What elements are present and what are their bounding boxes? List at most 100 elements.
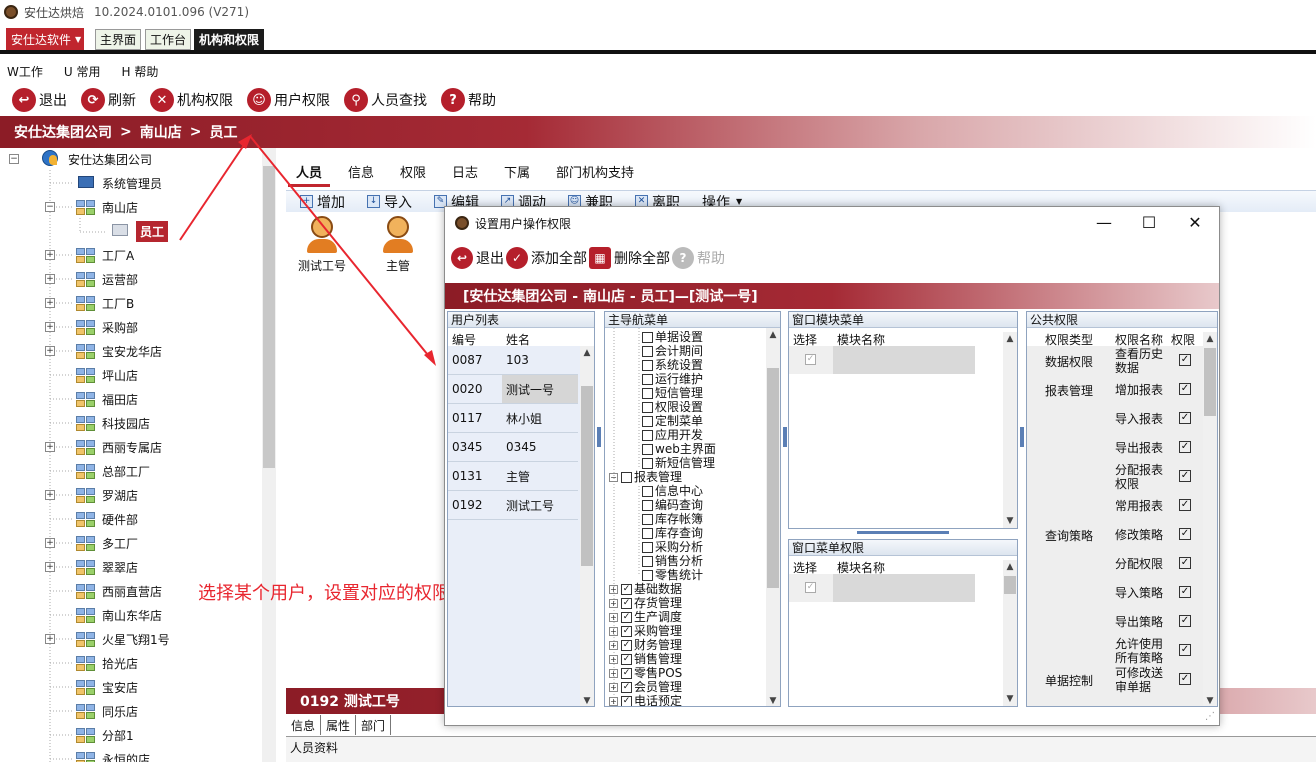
table-row[interactable]: 0087 103 xyxy=(448,346,578,375)
menu-checkbox[interactable]: ✓ xyxy=(621,611,632,623)
menu-checkbox[interactable] xyxy=(642,499,653,511)
person-search-button[interactable]: ⚲ 人员查找 xyxy=(344,88,427,112)
splitter-handle[interactable] xyxy=(783,427,787,447)
splitter-handle[interactable] xyxy=(857,531,949,534)
menu-checkbox[interactable] xyxy=(642,387,653,399)
user-list-scrollbar[interactable]: ▲ ▼ xyxy=(580,346,594,706)
tree-item-staff[interactable]: 员工 xyxy=(108,220,169,242)
nav-menu-item[interactable]: 会计期间 xyxy=(642,344,703,358)
perm-checkbox[interactable]: ✓ xyxy=(1179,615,1191,627)
nav-menu-item[interactable]: + ✓ 生产调度 xyxy=(609,610,682,624)
menu-checkbox[interactable]: ✓ xyxy=(621,583,632,595)
expand-icon[interactable]: + xyxy=(609,682,618,692)
expand-icon[interactable]: + xyxy=(45,562,55,572)
tree-item[interactable]: 南山东华店 xyxy=(74,604,162,626)
expand-icon[interactable]: + xyxy=(45,442,55,452)
menu-checkbox[interactable] xyxy=(642,331,653,343)
expand-icon[interactable]: + xyxy=(45,298,55,308)
tree-item[interactable]: 科技园店 xyxy=(74,412,150,434)
expand-icon[interactable]: + xyxy=(45,274,55,284)
splitter-handle[interactable] xyxy=(1020,427,1024,447)
expand-icon[interactable]: + xyxy=(609,584,618,594)
dialog-help-button[interactable]: ? 帮助 xyxy=(672,247,725,269)
expand-icon[interactable]: + xyxy=(45,490,55,500)
scroll-thumb[interactable] xyxy=(1004,576,1016,594)
tab-log[interactable]: 日志 xyxy=(452,162,478,181)
tab-detail-info[interactable]: 信息 xyxy=(286,715,322,735)
scroll-thumb[interactable] xyxy=(767,368,779,588)
perm-checkbox[interactable]: ✓ xyxy=(1179,528,1191,540)
tree-item[interactable]: 坪山店 xyxy=(74,364,138,386)
tab-info[interactable]: 信息 xyxy=(348,162,374,181)
collapse-icon[interactable]: − xyxy=(609,472,618,482)
menu-checkbox[interactable] xyxy=(642,485,653,497)
nav-menu-item[interactable]: 库存帐簿 xyxy=(642,512,703,526)
import-button[interactable]: ↓ 导入 xyxy=(367,192,412,212)
scroll-up-icon[interactable]: ▲ xyxy=(1203,332,1217,346)
nav-menu-item[interactable]: 系统设置 xyxy=(642,358,703,372)
tree-item[interactable]: 采购部 xyxy=(74,316,138,338)
maximize-icon[interactable]: ☐ xyxy=(1135,213,1163,232)
tab-permissions[interactable]: 权限 xyxy=(400,162,426,181)
expand-icon[interactable]: + xyxy=(609,696,618,706)
perm-checkbox[interactable]: ✓ xyxy=(1179,441,1191,453)
tree-item[interactable]: 永恒的店 xyxy=(74,748,150,762)
table-row-selected[interactable]: 0020 测试一号 xyxy=(448,375,578,404)
nav-menu-item[interactable]: web主界面 xyxy=(642,442,716,456)
user-permission-button[interactable]: ☺ 用户权限 xyxy=(247,88,330,112)
help-button[interactable]: ? 帮助 xyxy=(441,88,496,112)
dialog-exit-button[interactable]: ↩ 退出 xyxy=(451,247,504,269)
tree-item[interactable]: 拾光店 xyxy=(74,652,138,674)
perm-checkbox[interactable]: ✓ xyxy=(1179,586,1191,598)
menu-checkbox[interactable] xyxy=(642,569,653,581)
nav-menu-item[interactable]: 权限设置 xyxy=(642,400,703,414)
tree-item[interactable]: 火星飞翔1号 xyxy=(74,628,170,650)
expand-icon[interactable]: + xyxy=(609,598,618,608)
expand-icon[interactable]: + xyxy=(609,612,618,622)
nav-menu-item[interactable]: 单据设置 xyxy=(642,330,703,344)
expand-icon[interactable]: + xyxy=(609,640,618,650)
scroll-up-icon[interactable]: ▲ xyxy=(580,346,594,360)
menu-perm-scrollbar[interactable]: ▲ ▼ xyxy=(1003,560,1017,706)
tree-item-sysadmin[interactable]: 系统管理员 xyxy=(74,172,162,194)
nav-menu-item[interactable]: + ✓ 零售POS xyxy=(609,666,682,680)
perm-checkbox[interactable]: ✓ xyxy=(1179,499,1191,511)
menu-checkbox[interactable] xyxy=(642,457,653,469)
menu-checkbox[interactable]: ✓ xyxy=(805,582,816,593)
nav-menu-item[interactable]: 应用开发 xyxy=(642,428,703,442)
nav-menu-item[interactable]: 采购分析 xyxy=(642,540,703,554)
table-row[interactable]: 0345 0345 xyxy=(448,433,578,462)
menu-common[interactable]: U 常用 xyxy=(64,63,101,80)
module-scrollbar[interactable]: ▲ ▼ xyxy=(1003,332,1017,528)
nav-menu-item[interactable]: + ✓ 采购管理 xyxy=(609,624,682,638)
tree-item[interactable]: 宝安店 xyxy=(74,676,138,698)
perm-checkbox[interactable]: ✓ xyxy=(1179,470,1191,482)
person-card[interactable]: 测试工号 xyxy=(292,216,352,274)
close-icon[interactable]: ✕ xyxy=(1181,213,1209,232)
tab-main[interactable]: 主界面 xyxy=(95,29,142,50)
tree-item[interactable]: 工厂B xyxy=(74,292,134,314)
nav-menu-item[interactable]: 定制菜单 xyxy=(642,414,703,428)
menu-checkbox[interactable]: ✓ xyxy=(621,667,632,679)
menu-work[interactable]: W工作 xyxy=(7,63,43,80)
tree-item[interactable]: 同乐店 xyxy=(74,700,138,722)
menu-checkbox[interactable]: ✓ xyxy=(621,695,632,706)
nav-menu-item[interactable]: 零售统计 xyxy=(642,568,703,582)
menu-checkbox[interactable] xyxy=(642,429,653,441)
tree-item[interactable]: 翠翠店 xyxy=(74,556,138,578)
menu-checkbox[interactable] xyxy=(642,513,653,525)
perm-checkbox[interactable]: ✓ xyxy=(1179,673,1191,685)
tree-item[interactable]: 总部工厂 xyxy=(74,460,150,482)
minimize-icon[interactable]: — xyxy=(1090,213,1118,232)
perm-checkbox[interactable]: ✓ xyxy=(1179,412,1191,424)
tree-item[interactable]: 西丽直营店 xyxy=(74,580,162,602)
tab-workbench[interactable]: 工作台 xyxy=(145,29,192,50)
person-card[interactable]: 主管 xyxy=(368,216,428,274)
tab-people[interactable]: 人员 xyxy=(296,162,322,181)
menu-checkbox[interactable] xyxy=(642,555,653,567)
scroll-up-icon[interactable]: ▲ xyxy=(1003,560,1017,574)
tree-item[interactable]: 分部1 xyxy=(74,724,134,746)
menu-checkbox[interactable]: ✓ xyxy=(621,639,632,651)
tree-item[interactable]: 多工厂 xyxy=(74,532,138,554)
nav-menu-item[interactable]: 信息中心 xyxy=(642,484,703,498)
